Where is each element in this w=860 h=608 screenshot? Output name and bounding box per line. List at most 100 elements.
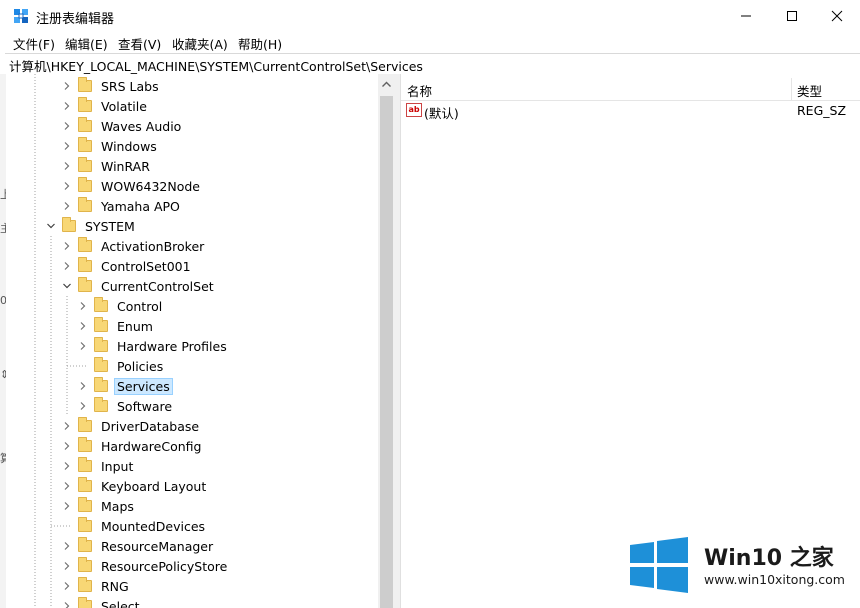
menu-view[interactable]: 查看(V) (118, 34, 161, 53)
tree-item-system[interactable]: SYSTEM (46, 216, 138, 236)
tree-item-policies[interactable]: Policies (78, 356, 166, 376)
chevron-right-icon[interactable] (62, 241, 72, 251)
tree-item-label[interactable]: ControlSet001 (98, 258, 194, 275)
tree-item-label[interactable]: Control (114, 298, 165, 315)
column-header-name[interactable]: 名称 (407, 81, 432, 100)
chevron-right-icon[interactable] (78, 321, 88, 331)
tree-item-activationbroker[interactable]: ActivationBroker (62, 236, 207, 256)
tree-item-label[interactable]: SRS Labs (98, 78, 162, 95)
chevron-right-icon[interactable] (62, 481, 72, 491)
tree-item-driverdatabase[interactable]: DriverDatabase (62, 416, 202, 436)
tree-item-label[interactable]: WOW6432Node (98, 178, 203, 195)
tree-item-label[interactable]: Keyboard Layout (98, 478, 209, 495)
chevron-right-icon[interactable] (78, 401, 88, 411)
chevron-right-icon[interactable] (62, 181, 72, 191)
address-path[interactable]: 计算机\HKEY_LOCAL_MACHINE\SYSTEM\CurrentCon… (9, 56, 423, 75)
tree-item-label[interactable]: Input (98, 458, 136, 475)
chevron-right-icon[interactable] (78, 341, 88, 351)
tree-item-input[interactable]: Input (62, 456, 136, 476)
tree-item-label[interactable]: Services (114, 377, 173, 395)
chevron-right-icon[interactable] (62, 461, 72, 471)
tree-item-label[interactable]: Policies (114, 358, 166, 375)
tree-item-label[interactable]: HardwareConfig (98, 438, 204, 455)
tree-item-mounteddevices[interactable]: MountedDevices (62, 516, 208, 536)
chevron-right-icon[interactable] (62, 601, 72, 608)
tree-item-label[interactable]: SYSTEM (82, 218, 138, 235)
chevron-right-icon[interactable] (62, 421, 72, 431)
tree-item-label[interactable]: WinRAR (98, 158, 153, 175)
menu-bar: 文件(F) 编辑(E) 查看(V) 收藏夹(A) 帮助(H) (0, 32, 860, 52)
chevron-down-icon[interactable] (62, 281, 72, 291)
value-name[interactable]: (默认) (424, 103, 459, 122)
close-button[interactable] (814, 0, 860, 32)
tree-item-select[interactable]: Select (62, 596, 143, 608)
menu-favorites[interactable]: 收藏夹(A) (172, 34, 228, 53)
tree-item-label[interactable]: Waves Audio (98, 118, 184, 135)
tree-item-controlset001[interactable]: ControlSet001 (62, 256, 194, 276)
chevron-right-icon[interactable] (62, 261, 72, 271)
tree-item-control[interactable]: Control (78, 296, 165, 316)
chevron-right-icon[interactable] (62, 81, 72, 91)
tree-item-volatile[interactable]: Volatile (62, 96, 150, 116)
tree-vertical-scrollbar[interactable] (378, 74, 395, 608)
tree-item-hardware-profiles[interactable]: Hardware Profiles (78, 336, 230, 356)
chevron-right-icon[interactable] (62, 581, 72, 591)
tree-item-software[interactable]: Software (78, 396, 175, 416)
tree-item-yamaha-apo[interactable]: Yamaha APO (62, 196, 183, 216)
tree-item-label[interactable]: ResourcePolicyStore (98, 558, 230, 575)
tree-item-label[interactable]: Yamaha APO (98, 198, 183, 215)
scroll-up-icon[interactable] (378, 76, 395, 93)
tree-item-label[interactable]: Hardware Profiles (114, 338, 230, 355)
chevron-right-icon[interactable] (62, 501, 72, 511)
tree-item-label[interactable]: Maps (98, 498, 137, 515)
tree-item-services[interactable]: Services (78, 376, 173, 396)
tree-item-rng[interactable]: RNG (62, 576, 132, 596)
tree-item-label[interactable]: ResourceManager (98, 538, 216, 555)
tree-item-label[interactable]: Windows (98, 138, 160, 155)
tree-item-waves-audio[interactable]: Waves Audio (62, 116, 184, 136)
tree-item-label[interactable]: Select (98, 598, 143, 608)
tree-item-maps[interactable]: Maps (62, 496, 137, 516)
chevron-right-icon[interactable] (62, 561, 72, 571)
tree-item-srs-labs[interactable]: SRS Labs (62, 76, 162, 96)
tree-item-label[interactable]: MountedDevices (98, 518, 208, 535)
tree-item-windows[interactable]: Windows (62, 136, 160, 156)
tree-item-label[interactable]: DriverDatabase (98, 418, 202, 435)
values-pane[interactable]: 名称 类型 ab (默认) REG_SZ (401, 74, 860, 608)
chevron-right-icon[interactable] (78, 381, 88, 391)
value-row[interactable]: ab (默认) REG_SZ (401, 101, 860, 121)
minimize-button[interactable] (723, 0, 769, 32)
scrollbar-thumb[interactable] (380, 96, 393, 608)
chevron-right-icon[interactable] (78, 301, 88, 311)
chevron-right-icon[interactable] (62, 161, 72, 171)
chevron-right-icon[interactable] (62, 541, 72, 551)
tree-item-label[interactable]: Volatile (98, 98, 150, 115)
tree-item-label[interactable]: CurrentControlSet (98, 278, 217, 295)
tree-item-label[interactable]: Software (114, 398, 175, 415)
chevron-down-icon[interactable] (46, 221, 56, 231)
menu-file[interactable]: 文件(F) (13, 34, 55, 53)
column-divider[interactable] (791, 78, 792, 100)
tree-item-enum[interactable]: Enum (78, 316, 156, 336)
maximize-button[interactable] (769, 0, 815, 32)
address-bar[interactable]: 计算机\HKEY_LOCAL_MACHINE\SYSTEM\CurrentCon… (5, 53, 860, 75)
chevron-right-icon[interactable] (62, 201, 72, 211)
tree-item-wow6432node[interactable]: WOW6432Node (62, 176, 203, 196)
column-header-type[interactable]: 类型 (797, 81, 822, 100)
registry-tree[interactable]: SRS Labs Volatile Waves Audio Windows WinRAR… (6, 74, 378, 608)
tree-item-currentcontrolset[interactable]: CurrentControlSet (62, 276, 217, 296)
tree-item-hardwareconfig[interactable]: HardwareConfig (62, 436, 204, 456)
chevron-right-icon[interactable] (62, 121, 72, 131)
tree-item-label[interactable]: RNG (98, 578, 132, 595)
tree-item-winrar[interactable]: WinRAR (62, 156, 153, 176)
chevron-right-icon[interactable] (62, 101, 72, 111)
tree-item-label[interactable]: ActivationBroker (98, 238, 207, 255)
tree-item-resourcemanager[interactable]: ResourceManager (62, 536, 216, 556)
tree-item-resourcepolicystore[interactable]: ResourcePolicyStore (62, 556, 230, 576)
chevron-right-icon[interactable] (62, 141, 72, 151)
tree-item-label[interactable]: Enum (114, 318, 156, 335)
tree-item-keyboard-layout[interactable]: Keyboard Layout (62, 476, 209, 496)
chevron-right-icon[interactable] (62, 441, 72, 451)
menu-help[interactable]: 帮助(H) (238, 34, 282, 53)
menu-edit[interactable]: 编辑(E) (65, 34, 108, 53)
